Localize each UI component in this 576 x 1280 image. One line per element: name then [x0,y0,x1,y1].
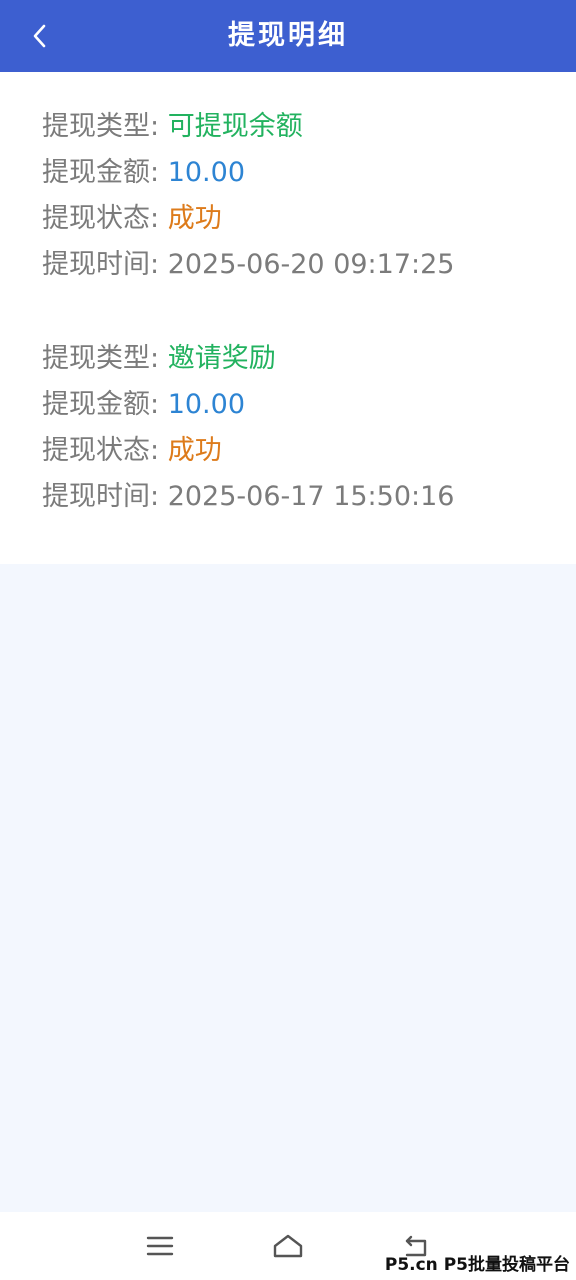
time-value: 2025-06-20 09:17:25 [167,249,455,280]
status-value: 成功 [167,435,222,466]
withdrawal-record: 提现类型: 可提现余额 提现金额: 10.00 提现状态: 成功 提现时间: 2… [42,104,542,288]
menu-icon [146,1236,174,1256]
withdrawal-list: 提现类型: 可提现余额 提现金额: 10.00 提现状态: 成功 提现时间: 2… [0,72,576,564]
amount-label: 提现金额: [42,389,160,420]
amount-row: 提现金额: 10.00 [42,382,542,428]
time-label: 提现时间: [42,481,160,512]
amount-value: 10.00 [167,157,245,188]
type-label: 提现类型: [42,111,160,142]
nav-menu-button[interactable] [138,1224,182,1268]
amount-value: 10.00 [167,389,245,420]
type-value: 邀请奖励 [167,343,276,374]
type-row: 提现类型: 邀请奖励 [42,336,542,382]
status-row: 提现状态: 成功 [42,428,542,474]
status-value: 成功 [167,203,222,234]
nav-home-button[interactable] [266,1224,310,1268]
home-icon [273,1234,303,1258]
amount-row: 提现金额: 10.00 [42,150,542,196]
type-label: 提现类型: [42,343,160,374]
time-value: 2025-06-17 15:50:16 [167,481,455,512]
status-row: 提现状态: 成功 [42,196,542,242]
page-title: 提现明细 [228,20,348,51]
watermark-text: P5.cn P5批量投稿平台 [384,1255,570,1275]
amount-label: 提现金额: [42,157,160,188]
type-row: 提现类型: 可提现余额 [42,104,542,150]
type-value: 可提现余额 [167,111,303,142]
status-label: 提现状态: [42,203,160,234]
withdrawal-record: 提现类型: 邀请奖励 提现金额: 10.00 提现状态: 成功 提现时间: 20… [42,336,542,520]
header-bar: 提现明细 [0,0,576,72]
time-label: 提现时间: [42,249,160,280]
status-label: 提现状态: [42,435,160,466]
time-row: 提现时间: 2025-06-17 15:50:16 [42,474,542,520]
time-row: 提现时间: 2025-06-20 09:17:25 [42,242,542,288]
